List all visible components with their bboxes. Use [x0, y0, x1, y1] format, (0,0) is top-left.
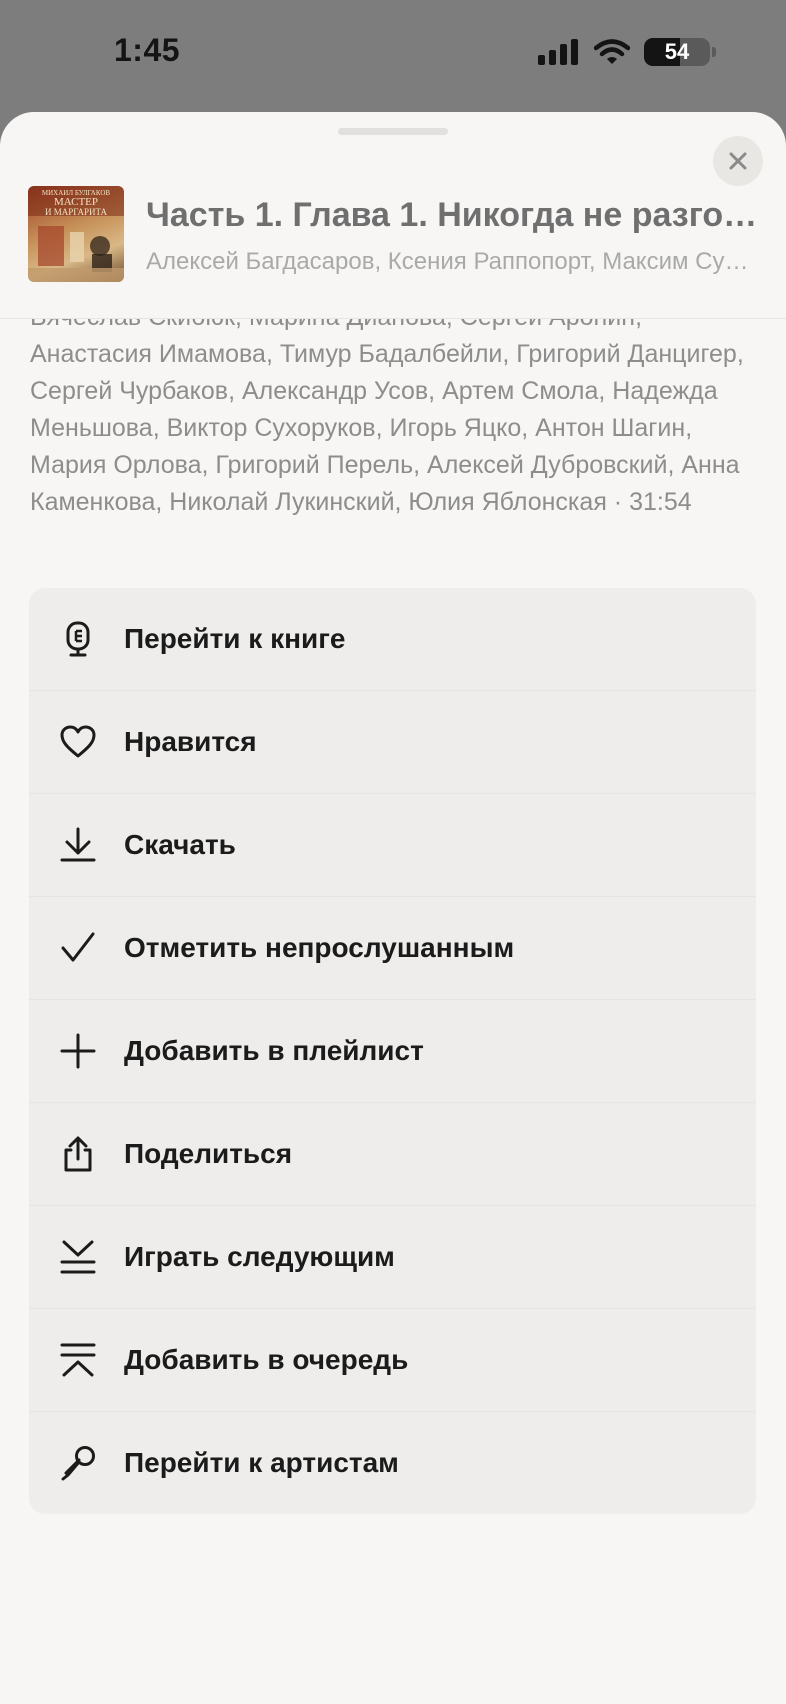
battery-percent: 54 — [664, 39, 690, 64]
menu-item-add-to-queue[interactable]: Добавить в очередь — [29, 1309, 756, 1412]
cover-illustration: МИХАИЛ БУЛГАКОВ МАСТЕР И МАРГАРИТА — [28, 186, 124, 282]
menu-label: Скачать — [124, 829, 236, 860]
close-icon — [729, 152, 747, 170]
menu-label: Добавить в очередь — [124, 1344, 409, 1375]
action-sheet: МИХАИЛ БУЛГАКОВ МАСТЕР И МАРГАРИТА Часть… — [0, 112, 786, 1704]
menu-item-download[interactable]: Скачать — [29, 794, 756, 897]
play-next-icon — [59, 1238, 97, 1276]
cellular-signal-icon — [538, 39, 578, 65]
menu-item-like[interactable]: Нравится — [29, 691, 756, 794]
checkmark-icon — [59, 929, 97, 967]
menu-label: Добавить в плейлист — [124, 1035, 424, 1066]
menu-item-share[interactable]: Поделиться — [29, 1103, 756, 1206]
close-button[interactable] — [713, 136, 763, 186]
wifi-icon — [594, 39, 630, 64]
menu-item-play-next[interactable]: Играть следующим — [29, 1206, 756, 1309]
cover-art[interactable]: МИХАИЛ БУЛГАКОВ МАСТЕР И МАРГАРИТА — [28, 186, 124, 282]
share-icon — [59, 1135, 97, 1173]
microphone-icon — [59, 1444, 97, 1482]
download-icon — [59, 826, 97, 864]
battery-tip — [712, 47, 716, 57]
menu-label: Отметить непрослушанным — [124, 932, 515, 963]
track-credits: Вячеслав Скибюк, Марина Дианова, Сергей … — [30, 319, 744, 516]
status-icons: 54 — [538, 38, 716, 66]
menu-label: Нравится — [124, 726, 257, 757]
track-artists[interactable]: Алексей Багдасаров, Ксения Раппопорт, Ма… — [146, 248, 758, 276]
menu-label: Играть следующим — [124, 1241, 395, 1272]
heart-icon — [59, 723, 97, 761]
track-header: МИХАИЛ БУЛГАКОВ МАСТЕР И МАРГАРИТА Часть… — [0, 186, 786, 319]
actions-menu: Перейти к книге Нравится Скачать Отметит… — [29, 588, 756, 1514]
menu-item-go-to-artists[interactable]: Перейти к артистам — [29, 1412, 756, 1514]
menu-label: Перейти к книге — [124, 623, 346, 654]
sheet-grabber[interactable] — [338, 128, 448, 135]
status-bar: 1:45 54 — [0, 0, 786, 110]
menu-item-mark-unplayed[interactable]: Отметить непрослушанным — [29, 897, 756, 1000]
battery-indicator: 54 — [644, 38, 710, 66]
menu-label: Перейти к артистам — [124, 1447, 399, 1478]
menu-item-add-to-playlist[interactable]: Добавить в плейлист — [29, 1000, 756, 1103]
track-title[interactable]: Часть 1. Глава 1. Никогда не разговарива… — [146, 196, 758, 235]
plus-icon — [59, 1032, 97, 1070]
add-to-queue-icon — [59, 1341, 97, 1379]
menu-item-go-to-book[interactable]: Перейти к книге — [29, 588, 756, 691]
menu-label: Поделиться — [124, 1138, 293, 1169]
status-time: 1:45 — [114, 32, 181, 68]
credits-area: Вячеслав Скибюк, Марина Дианова, Сергей … — [0, 319, 786, 539]
svg-text:И МАРГАРИТА: И МАРГАРИТА — [45, 207, 108, 217]
book-icon — [59, 620, 97, 658]
